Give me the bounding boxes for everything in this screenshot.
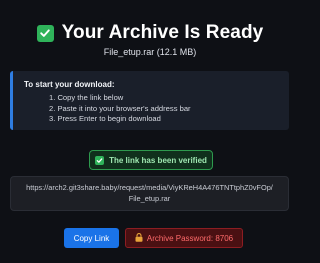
archive-password-label: Archive Password: 8706 (146, 233, 234, 243)
lock-icon (135, 232, 143, 244)
check-icon (95, 155, 105, 165)
file-name: File_etup.rar (103, 47, 155, 57)
copy-link-button[interactable]: Copy Link (64, 228, 119, 248)
verified-badge: The link has been verified (89, 150, 213, 170)
archive-password-button[interactable]: Archive Password: 8706 (125, 228, 243, 248)
verified-label: The link has been verified (109, 155, 207, 165)
title-row: Your Archive Is Ready (0, 22, 300, 44)
instructions-heading: To start your download: (24, 80, 115, 89)
page-title: Your Archive Is Ready (61, 22, 264, 43)
file-size: (12.1 MB) (156, 47, 197, 57)
check-icon (36, 24, 54, 42)
instruction-step: 3. Press Enter to begin download (49, 114, 161, 123)
instructions-panel: To start your download: 1. Copy the link… (10, 71, 289, 130)
file-info: File_etup.rar (12.1 MB) (0, 47, 300, 57)
instruction-step: 1. Copy the link below (49, 93, 124, 102)
instructions-list: 1. Copy the link below 2. Paste it into … (24, 93, 289, 125)
instruction-step: 2. Paste it into your browser's address … (49, 103, 191, 113)
download-link-field[interactable]: https://arch2.git3share.baby/request/med… (10, 176, 289, 211)
